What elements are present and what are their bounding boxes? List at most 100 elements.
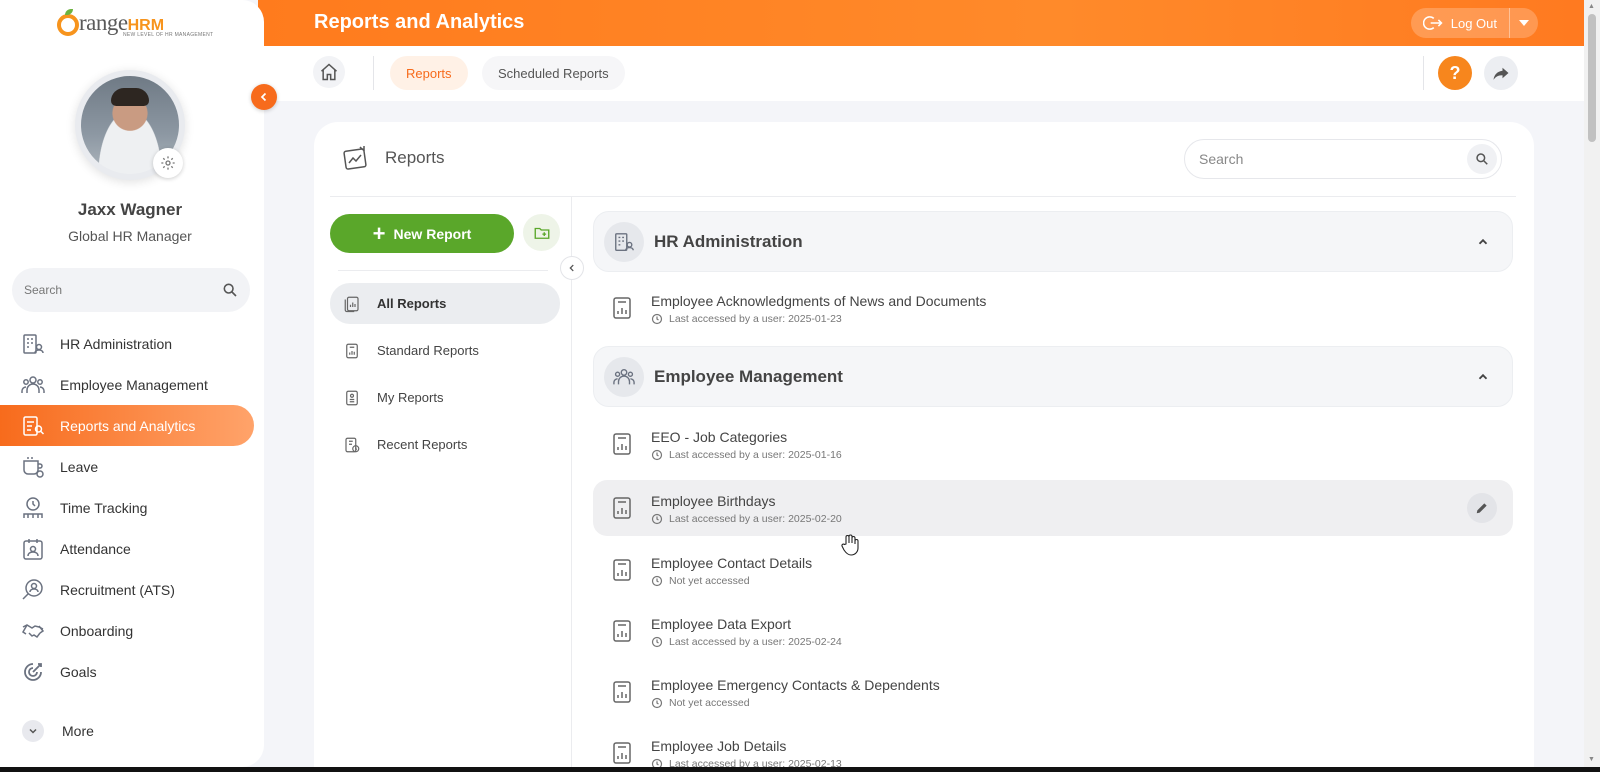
clock-icon xyxy=(651,313,663,325)
home-icon xyxy=(321,63,337,81)
tab-reports[interactable]: Reports xyxy=(390,56,468,90)
sidebar-item-leave[interactable]: Leave xyxy=(0,446,264,487)
sidebar-item-time-tracking[interactable]: Time Tracking xyxy=(0,487,264,528)
filter-label: My Reports xyxy=(377,390,444,405)
scrollbar-thumb[interactable] xyxy=(1588,14,1596,142)
time-icon xyxy=(20,495,46,521)
my-report-icon xyxy=(342,388,362,408)
report-name[interactable]: Employee Data Export xyxy=(651,615,1513,633)
sidebar-item-label: Attendance xyxy=(60,540,131,557)
reports-search-input[interactable] xyxy=(1199,151,1467,167)
report-document-icon xyxy=(611,741,633,765)
page-scrollbar[interactable]: ▲ ▼ xyxy=(1584,0,1600,772)
logout-button[interactable]: Log Out xyxy=(1411,8,1510,38)
help-button[interactable]: ? xyxy=(1438,56,1472,90)
sidebar-item-label: Employee Management xyxy=(60,376,208,393)
filter-label: All Reports xyxy=(377,296,447,311)
report-name[interactable]: Employee Job Details xyxy=(651,737,1513,755)
scroll-down-icon[interactable]: ▼ xyxy=(1588,756,1595,763)
report-last-accessed: Not yet accessed xyxy=(669,696,750,709)
report-row[interactable]: Employee Birthdays Last accessed by a us… xyxy=(593,480,1513,536)
goals-icon xyxy=(20,659,46,685)
chevron-down-icon xyxy=(22,720,44,742)
filter-recent-reports[interactable]: Recent Reports xyxy=(330,424,560,465)
leave-icon xyxy=(20,454,46,480)
report-row[interactable]: Employee Acknowledgments of News and Doc… xyxy=(593,280,1513,336)
home-button[interactable] xyxy=(313,56,345,88)
standard-report-icon xyxy=(342,341,362,361)
chevron-left-icon xyxy=(260,92,267,102)
reports-search xyxy=(1184,139,1502,179)
pencil-icon xyxy=(1476,503,1487,514)
sidebar-item-attendance[interactable]: Attendance xyxy=(0,528,264,569)
report-name[interactable]: Employee Emergency Contacts & Dependents xyxy=(651,676,1513,694)
chevron-left-icon xyxy=(569,264,574,272)
report-row[interactable]: EEO - Job Categories Last accessed by a … xyxy=(593,416,1513,472)
avatar[interactable] xyxy=(75,70,185,180)
filter-all-reports[interactable]: All Reports xyxy=(330,283,560,324)
logout-group: Log Out xyxy=(1410,8,1538,38)
hr-admin-icon xyxy=(20,331,46,357)
report-document-icon xyxy=(611,496,633,520)
section-title: Employee Management xyxy=(654,366,843,386)
section-employee-management[interactable]: Employee Management xyxy=(593,346,1513,407)
report-row[interactable]: Employee Job Details Last accessed by a … xyxy=(593,725,1513,772)
tab-scheduled-reports[interactable]: Scheduled Reports xyxy=(482,56,625,90)
search-button[interactable] xyxy=(1467,144,1497,174)
sidebar-item-hr-administration[interactable]: HR Administration xyxy=(0,323,264,364)
orangehrm-logo[interactable]: rangeHRM NEW LEVEL OF HR MANAGEMENT xyxy=(57,8,213,41)
report-name[interactable]: Employee Acknowledgments of News and Doc… xyxy=(651,292,1513,310)
sidebar-item-reports-and-analytics[interactable]: Reports and Analytics xyxy=(0,405,254,446)
window-bottom-edge xyxy=(0,767,1600,772)
sidebar-search-input[interactable] xyxy=(24,283,222,297)
share-icon xyxy=(1493,67,1509,80)
new-folder-button[interactable] xyxy=(523,214,560,251)
clock-icon xyxy=(651,636,663,648)
report-name[interactable]: Employee Birthdays xyxy=(651,492,1467,510)
logo-tagline: NEW LEVEL OF HR MANAGEMENT xyxy=(123,32,214,38)
scroll-up-icon[interactable]: ▲ xyxy=(1588,3,1595,10)
user-menu-dropdown[interactable] xyxy=(1510,8,1538,38)
sidebar-item-label: Onboarding xyxy=(60,622,134,639)
search-icon[interactable] xyxy=(222,282,238,298)
chevron-up-icon[interactable] xyxy=(1468,227,1498,257)
filter-standard-reports[interactable]: Standard Reports xyxy=(330,330,560,371)
sidebar-item-goals[interactable]: Goals xyxy=(0,651,264,692)
report-name[interactable]: Employee Contact Details xyxy=(651,554,1513,572)
filter-panel-toggle[interactable] xyxy=(560,256,584,280)
report-row[interactable]: Employee Data Export Last accessed by a … xyxy=(593,603,1513,659)
filter-my-reports[interactable]: My Reports xyxy=(330,377,560,418)
employees-icon xyxy=(20,372,46,398)
chevron-up-icon[interactable] xyxy=(1468,362,1498,392)
divider xyxy=(571,197,572,772)
report-last-accessed: Last accessed by a user: 2025-01-23 xyxy=(669,312,842,325)
sidebar-item-onboarding[interactable]: Onboarding xyxy=(0,610,264,651)
report-row[interactable]: Employee Emergency Contacts & Dependents… xyxy=(593,664,1513,720)
sidebar-nav: HR Administration Employee Management Re… xyxy=(0,323,264,692)
sidebar-item-recruitment[interactable]: Recruitment (ATS) xyxy=(0,569,264,610)
report-row[interactable]: Employee Contact Details Not yet accesse… xyxy=(593,542,1513,598)
sidebar-collapse-button[interactable] xyxy=(251,84,277,110)
report-document-icon xyxy=(611,432,633,456)
sub-navigation: Reports Scheduled Reports ? xyxy=(258,46,1584,101)
sidebar-more[interactable]: More xyxy=(0,713,94,749)
logout-label: Log Out xyxy=(1450,15,1497,31)
clock-icon xyxy=(651,513,663,525)
share-button[interactable] xyxy=(1484,56,1518,90)
sidebar-item-label: Leave xyxy=(60,458,99,475)
clock-icon xyxy=(651,449,663,461)
clock-icon xyxy=(651,697,663,709)
report-name[interactable]: EEO - Job Categories xyxy=(651,428,1513,446)
edit-report-button[interactable] xyxy=(1467,493,1497,523)
recruitment-icon xyxy=(20,577,46,603)
new-report-button[interactable]: + New Report xyxy=(330,214,514,253)
sidebar-item-employee-management[interactable]: Employee Management xyxy=(0,364,264,405)
reports-card: Reports + New Report All Reports Standar… xyxy=(314,122,1534,772)
folder-plus-icon xyxy=(534,227,549,239)
report-document-icon xyxy=(611,296,633,320)
page-title: Reports and Analytics xyxy=(314,11,525,33)
gear-icon[interactable] xyxy=(153,148,183,178)
section-hr-administration[interactable]: HR Administration xyxy=(593,211,1513,272)
report-last-accessed: Last accessed by a user: 2025-02-20 xyxy=(669,512,842,525)
attendance-icon xyxy=(20,536,46,562)
